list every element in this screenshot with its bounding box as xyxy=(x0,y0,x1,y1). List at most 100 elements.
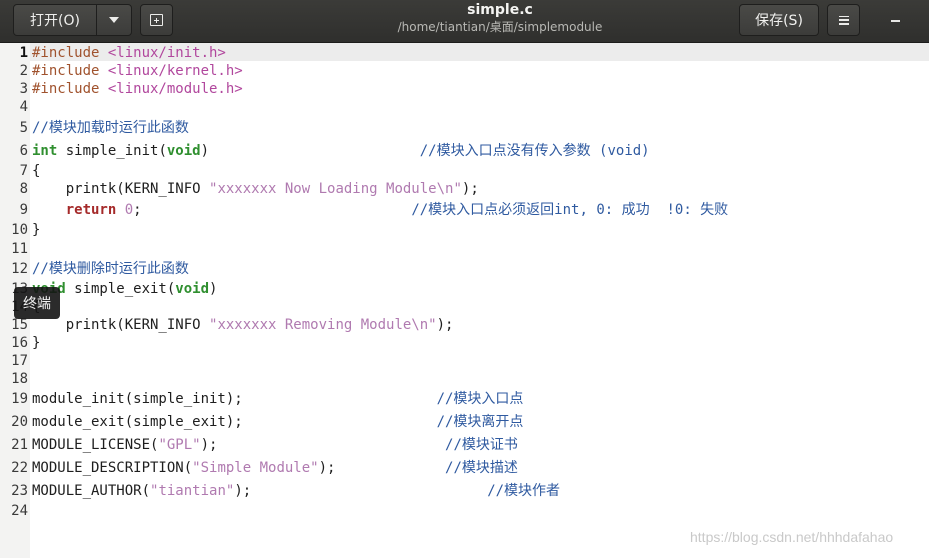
code-line: //模块加载时运行此函数 xyxy=(32,119,189,137)
code-token: return xyxy=(65,202,117,218)
code-token: printk(KERN_INFO xyxy=(32,181,210,197)
minimize-window-button[interactable] xyxy=(882,10,908,32)
code-token: //模块描述 xyxy=(445,460,518,476)
code-line: printk(KERN_INFO "xxxxxxx Removing Modul… xyxy=(32,316,454,334)
open-button[interactable]: 打开(O) xyxy=(13,4,97,36)
code-token: printk(KERN_INFO xyxy=(32,317,210,333)
code-token: //模块证书 xyxy=(445,437,518,453)
line-number: 19 xyxy=(11,391,28,407)
code-token: int xyxy=(32,143,58,159)
code-token: } xyxy=(32,222,41,238)
code-token: module_exit(simple_exit); xyxy=(32,414,437,430)
line-number: 17 xyxy=(11,353,28,369)
code-line: printk(KERN_INFO "xxxxxxx Now Loading Mo… xyxy=(32,180,479,198)
new-document-icon xyxy=(150,14,163,26)
line-number: 18 xyxy=(11,371,28,387)
code-token: 0 xyxy=(124,202,134,218)
code-token: "Simple Module" xyxy=(192,460,319,476)
code-token: //模块作者 xyxy=(487,483,561,499)
line-number: 2 xyxy=(19,63,28,79)
line-number: 4 xyxy=(19,99,28,115)
header-bar: 打开(O) simple.c /home/tiantian/桌面/simplem… xyxy=(0,0,929,43)
line-number: 7 xyxy=(19,163,28,179)
code-line: #include <linux/init.h> xyxy=(32,44,226,62)
code-token: MODULE_LICENSE( xyxy=(32,437,159,453)
code-token: //模块入口点没有传入参数 (void) xyxy=(419,143,650,159)
line-number: 6 xyxy=(19,143,28,159)
document-title: simple.c xyxy=(467,2,533,18)
code-token: simple_init( xyxy=(57,143,167,159)
code-line: int simple_init(void) //模块入口点没有传入参数 (voi… xyxy=(32,142,650,160)
code-token: "GPL" xyxy=(158,437,201,453)
code-token: module_init(simple_init); xyxy=(32,391,437,407)
code-token: ); xyxy=(234,483,488,499)
code-token: ); xyxy=(461,181,479,197)
line-number: 9 xyxy=(19,202,28,218)
line-number: 11 xyxy=(11,241,28,257)
code-line: } xyxy=(32,221,40,239)
code-token: void xyxy=(175,281,210,297)
code-line: #include <linux/module.h> xyxy=(32,80,243,98)
code-line: } xyxy=(32,334,40,352)
line-number: 8 xyxy=(19,181,28,197)
code-token: } xyxy=(32,335,41,351)
line-number: 21 xyxy=(11,437,28,453)
line-number: 12 xyxy=(11,261,28,277)
code-token: "tiantian" xyxy=(150,483,235,499)
line-number: 10 xyxy=(11,222,28,238)
code-line: MODULE_AUTHOR("tiantian"); //模块作者 xyxy=(32,482,560,500)
code-token: "xxxxxxx Removing Module\n" xyxy=(209,317,437,333)
code-token: MODULE_DESCRIPTION( xyxy=(32,460,193,476)
code-token: ); xyxy=(200,437,446,453)
document-path: /home/tiantian/桌面/simplemodule xyxy=(397,20,603,34)
line-number: 22 xyxy=(11,460,28,476)
code-token: <linux/init.h> xyxy=(107,45,226,61)
code-line: { xyxy=(32,162,40,180)
code-token: { xyxy=(32,163,41,179)
window-title-area: simple.c /home/tiantian/桌面/simplemodule xyxy=(380,1,620,36)
code-token: #include xyxy=(32,81,108,97)
code-line: MODULE_DESCRIPTION("Simple Module"); //模… xyxy=(32,459,518,477)
code-token: "xxxxxxx Now Loading Module\n" xyxy=(209,181,462,197)
line-number: 16 xyxy=(11,335,28,351)
line-number: 5 xyxy=(19,120,28,136)
line-number: 3 xyxy=(19,81,28,97)
code-line: return 0; //模块入口点必须返回int, 0: 成功 !0: 失败 xyxy=(32,201,728,219)
open-recent-dropdown-button[interactable] xyxy=(96,4,132,36)
terminal-tooltip: 终端 xyxy=(14,287,60,319)
line-number: 20 xyxy=(11,414,28,430)
code-token: MODULE_AUTHOR( xyxy=(32,483,151,499)
code-token: ) xyxy=(200,143,420,159)
minimize-icon xyxy=(890,20,900,22)
code-token: simple_exit( xyxy=(65,281,176,297)
code-token: //模块加载时运行此函数 xyxy=(32,120,189,136)
code-token: ) xyxy=(209,281,218,297)
line-number: 23 xyxy=(11,483,28,499)
code-token: #include xyxy=(32,45,108,61)
code-token: #include xyxy=(32,63,108,79)
code-token: ); xyxy=(318,460,446,476)
line-number: 1 xyxy=(19,45,28,61)
code-token: void xyxy=(166,143,201,159)
watermark: https://blog.csdn.net/hhhdafahao xyxy=(690,529,894,545)
code-line: module_init(simple_init); //模块入口点 xyxy=(32,390,523,408)
code-line: //模块删除时运行此函数 xyxy=(32,260,189,278)
line-number: 24 xyxy=(11,503,28,519)
hamburger-icon xyxy=(838,15,849,25)
code-token: <linux/module.h> xyxy=(107,81,243,97)
app-menu-button[interactable] xyxy=(827,4,860,36)
chevron-down-icon xyxy=(109,17,119,23)
save-button[interactable]: 保存(S) xyxy=(739,4,819,36)
code-token: //模块入口点必须返回int, 0: 成功 !0: 失败 xyxy=(411,202,729,218)
code-token: //模块删除时运行此函数 xyxy=(32,261,189,277)
code-token: //模块离开点 xyxy=(436,414,524,430)
code-token: //模块入口点 xyxy=(436,391,524,407)
code-line: #include <linux/kernel.h> xyxy=(32,62,243,80)
new-tab-button[interactable] xyxy=(140,4,173,36)
code-token: ; xyxy=(133,202,412,218)
code-token: <linux/kernel.h> xyxy=(107,63,243,79)
code-line: MODULE_LICENSE("GPL"); //模块证书 xyxy=(32,436,518,454)
code-token: ); xyxy=(436,317,454,333)
